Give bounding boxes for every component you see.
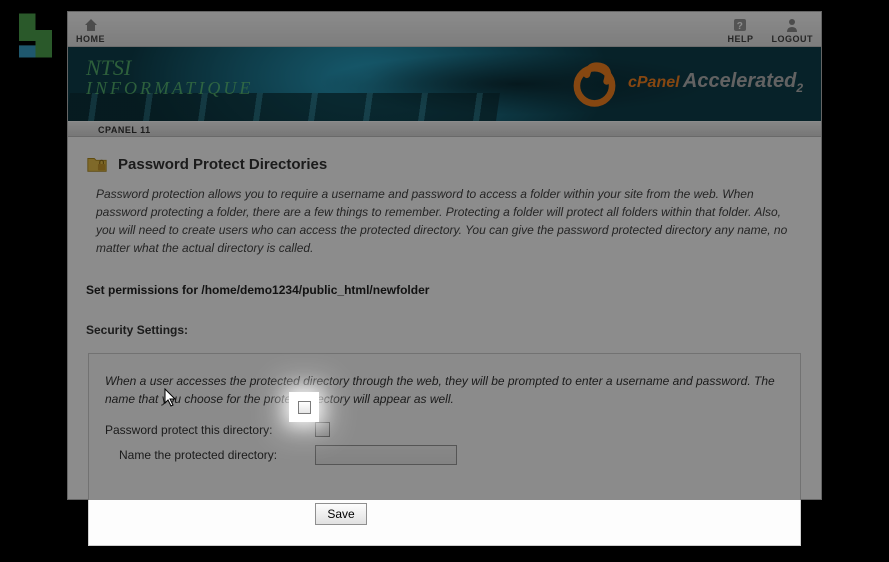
- logout-button[interactable]: LOGOUT: [772, 17, 814, 44]
- security-settings-box: When a user accesses the protected direc…: [88, 353, 801, 546]
- home-button[interactable]: HOME: [76, 17, 105, 44]
- topbar: HOME ? HELP LOGOUT: [68, 12, 821, 47]
- background-logo: [8, 8, 63, 63]
- logout-label: LOGOUT: [772, 34, 814, 44]
- content: Password Protect Directories Password pr…: [68, 137, 821, 562]
- banner-brand-text: NTSI INFORMATIQUE: [86, 57, 253, 97]
- protect-checkbox[interactable]: [315, 422, 330, 437]
- page-description: Password protection allows you to requir…: [86, 185, 803, 257]
- home-label: HOME: [76, 34, 105, 44]
- permissions-path: /home/demo1234/public_html/newfolder: [201, 283, 429, 297]
- page-title: Password Protect Directories: [118, 156, 327, 173]
- protect-checkbox-label: Password protect this directory:: [105, 423, 315, 437]
- cpanel-word: cPanel: [628, 74, 680, 91]
- help-label: HELP: [727, 34, 753, 44]
- directory-name-label: Name the protected directory:: [105, 448, 315, 462]
- security-settings-heading: Security Settings:: [86, 323, 803, 337]
- banner: NTSI INFORMATIQUE cPanel Accelerated2: [68, 47, 821, 121]
- main-panel: HOME ? HELP LOGOUT NTSI INFORMATIQUE: [67, 11, 822, 500]
- breadcrumb-text[interactable]: CPANEL 11: [98, 125, 151, 135]
- directory-name-input[interactable]: [315, 445, 457, 465]
- svg-text:?: ?: [737, 21, 744, 32]
- security-description: When a user accesses the protected direc…: [105, 372, 784, 408]
- breadcrumb: CPANEL 11: [68, 121, 821, 137]
- save-button[interactable]: Save: [315, 503, 367, 525]
- folder-lock-icon: [86, 153, 108, 175]
- accelerated-word: Accelerated2: [683, 70, 803, 92]
- help-button[interactable]: ? HELP: [727, 17, 753, 44]
- permissions-line: Set permissions for /home/demo1234/publi…: [86, 283, 803, 297]
- cpanel-logo: cPanel Accelerated2: [567, 55, 803, 110]
